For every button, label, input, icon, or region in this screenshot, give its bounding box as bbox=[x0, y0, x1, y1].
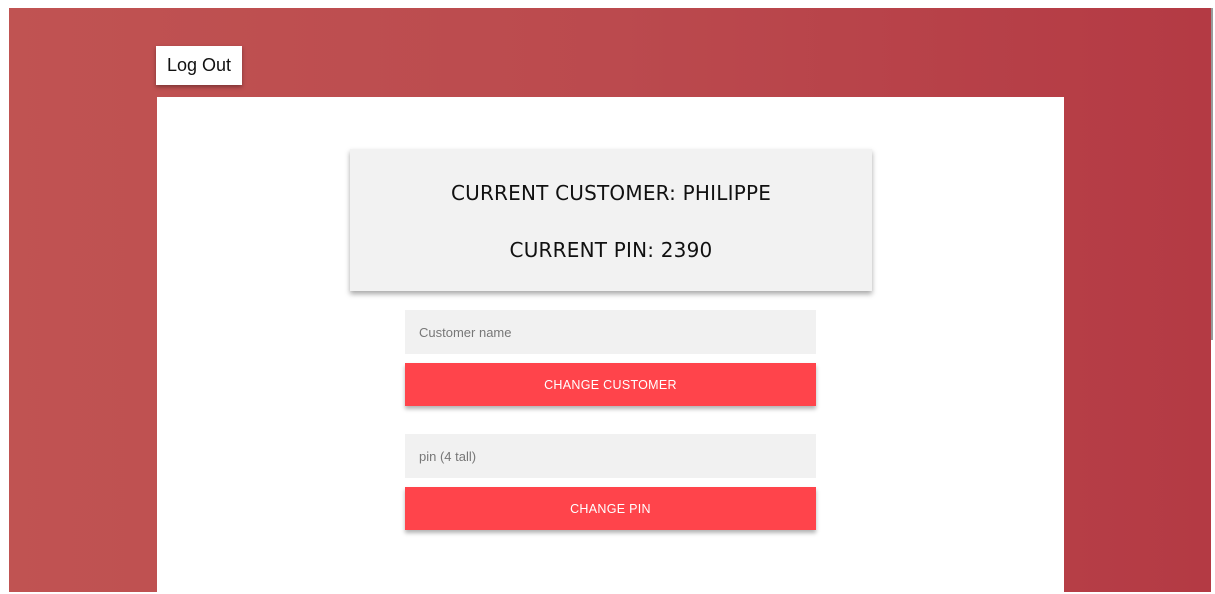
main-card: CURRENT CUSTOMER: PHILIPPE CURRENT PIN: … bbox=[157, 97, 1064, 592]
customer-name-input[interactable] bbox=[405, 310, 816, 354]
pin-input[interactable] bbox=[405, 434, 816, 478]
scrollbar[interactable] bbox=[1211, 8, 1213, 340]
current-customer-text: CURRENT CUSTOMER: PHILIPPE bbox=[450, 181, 772, 205]
current-info-panel: CURRENT CUSTOMER: PHILIPPE CURRENT PIN: … bbox=[350, 149, 872, 291]
current-pin-text: CURRENT PIN: 2390 bbox=[509, 238, 713, 262]
logout-button[interactable]: Log Out bbox=[156, 46, 242, 85]
change-pin-button[interactable]: CHANGE PIN bbox=[405, 487, 816, 530]
change-customer-button[interactable]: CHANGE CUSTOMER bbox=[405, 363, 816, 406]
